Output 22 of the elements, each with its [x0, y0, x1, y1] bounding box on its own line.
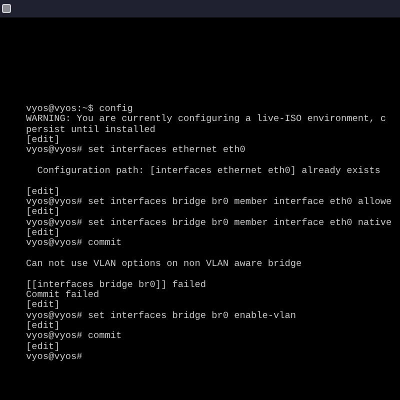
terminal-line: vyos@vyos# set interfaces bridge br0 member interface eth0 allowe [26, 196, 392, 207]
terminal-line: [edit] [26, 320, 60, 331]
terminal-line: [edit] [26, 228, 60, 238]
terminal-line: [edit] [26, 134, 60, 145]
terminal-line: WARNING: You are currently configuring a live-ISO environment, c [26, 114, 386, 125]
terminal-line: [edit] [26, 342, 60, 352]
terminal-line: Commit failed [26, 290, 100, 300]
window-icon[interactable] [2, 4, 11, 13]
terminal-line: vyos@vyos:~$ config [26, 104, 133, 114]
terminal-line: vyos@vyos# [26, 352, 82, 362]
terminal-line: persist until installed [26, 124, 156, 135]
terminal-line: [[interfaces bridge br0]] failed [26, 280, 206, 290]
terminal-line: vyos@vyos# set interfaces bridge br0 enable-vlan [26, 310, 296, 321]
terminal-line: [edit] [26, 207, 60, 218]
terminal-line: [edit] [26, 300, 60, 311]
terminal-line: vyos@vyos# commit [26, 331, 122, 342]
terminal-line: vyos@vyos# set interfaces bridge br0 member interface eth0 native [26, 218, 392, 228]
terminal-line: Can not use VLAN options on non VLAN aware bridge [26, 258, 302, 270]
terminal-line: vyos@vyos# commit [26, 238, 122, 249]
terminal-line: vyos@vyos# set interfaces ethernet eth0 [26, 145, 246, 156]
terminal-line: Configuration path: [interfaces ethernet eth0] already exists [36, 166, 380, 176]
terminal-line: [edit] [26, 186, 60, 197]
